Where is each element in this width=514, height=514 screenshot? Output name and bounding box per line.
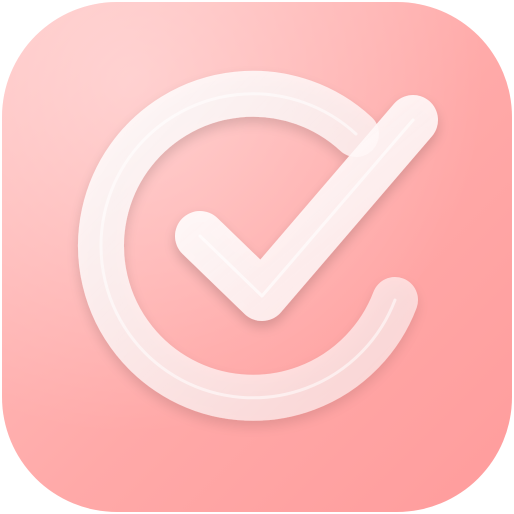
canvas [0, 0, 514, 514]
app-icon-graphic [2, 2, 512, 512]
checkmark-circle-app-icon[interactable] [0, 0, 514, 514]
